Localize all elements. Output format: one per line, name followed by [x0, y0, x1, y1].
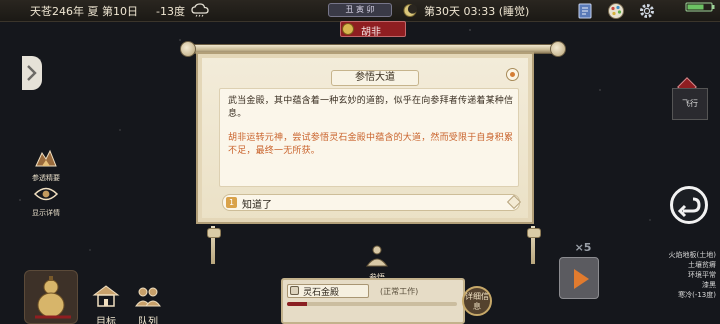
insight-essence-label: 参透精要: [32, 174, 60, 182]
scroll-tassel-right: [527, 226, 541, 264]
day-time: 第30天 03:33 (睡觉): [424, 5, 530, 18]
building-status: (正常工作): [380, 287, 419, 296]
scroll-rod-knob-left: [180, 41, 196, 57]
expand-left-panel-button[interactable]: [22, 56, 42, 90]
scroll-tassel-left: [207, 226, 221, 264]
queue-nav-button[interactable]: 队列: [131, 282, 165, 324]
shichen-banner: 丑 寅 卯: [328, 3, 392, 17]
character-name: 胡非: [361, 27, 381, 38]
moon-icon: [403, 4, 418, 17]
option-number-badge: 1: [226, 197, 237, 208]
insight-essence-button[interactable]: 参透精要: [29, 148, 63, 183]
detail-info-button[interactable]: 详细信息: [462, 286, 492, 316]
eye-icon: [33, 187, 59, 201]
palette-icon[interactable]: [607, 2, 625, 20]
option-label: 知道了: [242, 200, 272, 211]
dialog-event-result: 胡非运转元神，尝试参悟灵石金殿中蕴含的大道，然而受限于自身积累不足，最终一无所获…: [228, 133, 514, 156]
pavilion-icon: [92, 285, 120, 307]
env-temperature: 寒冷(-13度): [678, 291, 716, 299]
character-seal-icon: [342, 23, 354, 35]
show-details-button[interactable]: 显示详情: [29, 185, 63, 218]
group-icon: [135, 287, 161, 307]
journal-icon[interactable]: [576, 2, 594, 20]
goal-label: 目标: [96, 317, 116, 324]
play-icon: [574, 269, 589, 289]
environment-info: 火焰地板(土地) 土壤贫瘠 环境平常 漆黑 寒冷(-13度): [636, 250, 716, 300]
back-button[interactable]: [670, 186, 708, 224]
character-tag[interactable]: 胡非: [340, 21, 406, 38]
meditation-icon: [366, 245, 388, 267]
scroll-rod-knob-right: [550, 41, 566, 57]
env-light: 漆黑: [702, 281, 716, 289]
env-soil: 土壤贫瘠: [688, 261, 716, 269]
flame-book-icon: [35, 149, 57, 167]
building-progress-bar: [287, 302, 457, 306]
building-name: 灵石金殿: [303, 288, 340, 298]
play-button[interactable]: [559, 257, 599, 299]
gear-icon[interactable]: [638, 2, 656, 20]
chevron-right-icon: [27, 65, 37, 81]
queue-label: 队列: [138, 317, 158, 324]
calendar-date: 天苍246年 夏 第10日: [30, 5, 138, 18]
building-icon: [290, 286, 299, 295]
dialog-title: 参悟大道: [331, 70, 419, 86]
env-condition: 环境平常: [688, 271, 716, 279]
weather-cloud-icon: [191, 3, 209, 17]
travel-button[interactable]: 飞行: [672, 88, 708, 120]
temperature: -13度: [156, 5, 185, 18]
character-portrait-icon[interactable]: [506, 68, 519, 81]
building-progress-fill: [287, 302, 308, 306]
battery-icon: [685, 2, 715, 12]
gourd-icon: [35, 276, 71, 319]
game-speed-label: ×5: [574, 241, 592, 254]
dialog-description: 武当金殿，其中蕴含着一种玄妙的道韵，似乎在向参拜者传递着某种信息。: [228, 96, 514, 119]
return-arrow-icon: [677, 197, 701, 218]
goal-nav-button[interactable]: 目标: [89, 282, 123, 324]
env-terrain: 火焰地板(土地): [668, 251, 716, 259]
show-details-label: 显示详情: [32, 209, 60, 217]
gourd-inventory-button[interactable]: [24, 270, 78, 324]
